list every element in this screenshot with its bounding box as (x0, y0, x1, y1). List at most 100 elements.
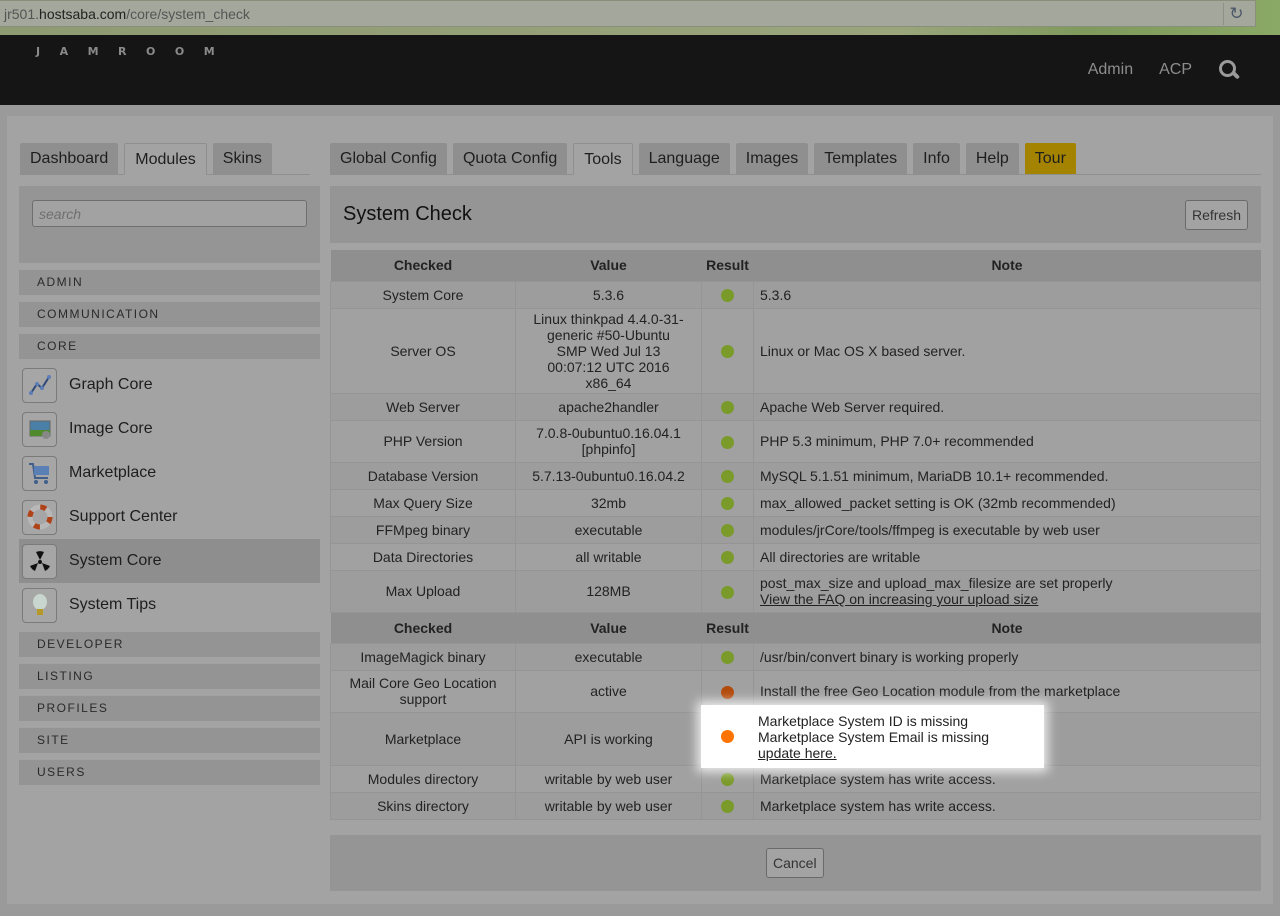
status-dot-ok (721, 773, 734, 786)
cell-note: post_max_size and upload_max_filesize ar… (754, 570, 1261, 612)
cancel-button[interactable]: Cancel (766, 848, 824, 878)
logo[interactable]: ELASTIC JAMROOM (34, 44, 234, 58)
sidebar-search-box (19, 186, 320, 263)
cell-value: 5.7.13-0ubuntu0.16.04.2 (516, 462, 702, 489)
reload-icon[interactable]: ↻ (1223, 3, 1245, 25)
status-dot-warning (721, 686, 734, 699)
cell-value: 32mb (516, 489, 702, 516)
table-row: PHP Version7.0.8-0ubuntu0.16.04.1[phpinf… (331, 420, 1261, 462)
module-search-input[interactable] (32, 200, 307, 227)
tab-global-config[interactable]: Global Config (330, 143, 447, 174)
cell-checked: Web Server (331, 393, 516, 420)
sidebar-category-users[interactable]: USERS (19, 760, 320, 785)
tab-images[interactable]: Images (736, 143, 808, 174)
sidebar-item-image-core[interactable]: Image Core (19, 407, 320, 451)
table-row: Modules directory writable by web user Mar… (331, 765, 1261, 792)
logo-subtitle: JAMROOM (34, 45, 234, 58)
status-dot-ok (721, 524, 734, 537)
status-dot-ok (721, 551, 734, 564)
status-dot-alert (721, 730, 734, 743)
cell-result (702, 420, 754, 462)
note-text: Marketplace system has write access. (760, 798, 1254, 814)
value-text: active (522, 683, 695, 699)
phpinfo-link[interactable]: [phpinfo] (582, 441, 636, 457)
cell-result (702, 281, 754, 308)
status-dot-ok (721, 651, 734, 664)
tab-info[interactable]: Info (913, 143, 960, 174)
status-dot-ok (721, 289, 734, 302)
cell-note: /usr/bin/convert binary is working prope… (754, 643, 1261, 670)
cell-value: executable (516, 516, 702, 543)
acp-link[interactable]: ACP (1159, 61, 1192, 79)
cell-result (702, 543, 754, 570)
sidebar-category-site[interactable]: SITE (19, 728, 320, 753)
table-header: Checked Value Result Note (331, 250, 1261, 281)
sidebar-category-developer[interactable]: DEVELOPER (19, 632, 320, 657)
cell-note: Marketplace system has write access. (754, 765, 1261, 792)
note-text: 5.3.6 (760, 287, 1254, 303)
value-text: writable by web user (522, 798, 695, 814)
tab-quota-config[interactable]: Quota Config (453, 143, 567, 174)
value-text: executable (522, 522, 695, 538)
note-text: max_allowed_packet setting is OK (32mb r… (760, 495, 1254, 511)
note-text: /usr/bin/convert binary is working prope… (760, 649, 1254, 665)
upload-faq-link[interactable]: View the FAQ on increasing your upload s… (760, 591, 1038, 607)
sidebar-item-graph-core[interactable]: Graph Core (19, 363, 320, 407)
graph-icon (22, 368, 57, 403)
table-row: FFMpeg binary executable modules/jrCore/to… (331, 516, 1261, 543)
tab-tools[interactable]: Tools (573, 143, 632, 175)
tab-language[interactable]: Language (639, 143, 730, 174)
cell-result (702, 570, 754, 612)
tab-templates[interactable]: Templates (814, 143, 907, 174)
cell-result (702, 393, 754, 420)
update-here-link[interactable]: update here. (758, 745, 837, 761)
lightbulb-icon (22, 588, 57, 623)
cell-value: 128MB (516, 570, 702, 612)
tab-help[interactable]: Help (966, 143, 1019, 174)
cell-result (702, 489, 754, 516)
sidebar-item-marketplace[interactable]: Marketplace (19, 451, 320, 495)
cell-checked: Server OS (331, 308, 516, 393)
cell-value: active (516, 670, 702, 712)
cell-checked: FFMpeg binary (331, 516, 516, 543)
admin-link[interactable]: Admin (1088, 61, 1133, 79)
address-bar[interactable]: jr501.hostsaba.com/core/system_check ↻ (0, 0, 1256, 27)
cell-value: 7.0.8-0ubuntu0.16.04.1[phpinfo] (516, 420, 702, 462)
tab-dashboard[interactable]: Dashboard (20, 143, 118, 174)
column-header-result: Result (702, 612, 754, 643)
note-text: modules/jrCore/tools/ffmpeg is executabl… (760, 522, 1254, 538)
cell-checked: Mail Core Geo Location support (331, 670, 516, 712)
cell-checked: Modules directory (331, 765, 516, 792)
tab-skins[interactable]: Skins (213, 143, 272, 174)
sidebar-category-core[interactable]: CORE (19, 334, 320, 359)
spotlight-note: Marketplace System ID is missing Marketp… (758, 713, 989, 761)
value-text: writable by web user (522, 771, 695, 787)
note-text: Install the free Geo Location module fro… (760, 683, 1254, 699)
cell-result (702, 462, 754, 489)
cell-value: writable by web user (516, 792, 702, 819)
tab-modules[interactable]: Modules (124, 143, 206, 175)
radiation-icon (22, 544, 57, 579)
sidebar-category-listing[interactable]: LISTING (19, 664, 320, 689)
sidebar-category-profiles[interactable]: PROFILES (19, 696, 320, 721)
tab-tour[interactable]: Tour (1025, 143, 1076, 174)
sidebar-item-label: System Core (69, 552, 161, 570)
sidebar-item-system-tips[interactable]: System Tips (19, 583, 320, 627)
cell-value: all writable (516, 543, 702, 570)
cell-result (702, 516, 754, 543)
cell-checked: Max Upload (331, 570, 516, 612)
cell-checked: PHP Version (331, 420, 516, 462)
column-header-result: Result (702, 250, 754, 281)
sidebar-item-support-center[interactable]: Support Center (19, 495, 320, 539)
cell-value: apache2handler (516, 393, 702, 420)
cell-note: modules/jrCore/tools/ffmpeg is executabl… (754, 516, 1261, 543)
sidebar-item-system-core[interactable]: System Core (19, 539, 320, 583)
search-icon[interactable] (1218, 59, 1240, 81)
form-footer: Cancel (330, 835, 1261, 891)
cell-note: All directories are writable (754, 543, 1261, 570)
cell-result (702, 792, 754, 819)
sidebar-category-admin[interactable]: ADMIN (19, 270, 320, 295)
column-header-value: Value (516, 250, 702, 281)
sidebar-category-communication[interactable]: COMMUNICATION (19, 302, 320, 327)
refresh-button[interactable]: Refresh (1185, 200, 1248, 230)
